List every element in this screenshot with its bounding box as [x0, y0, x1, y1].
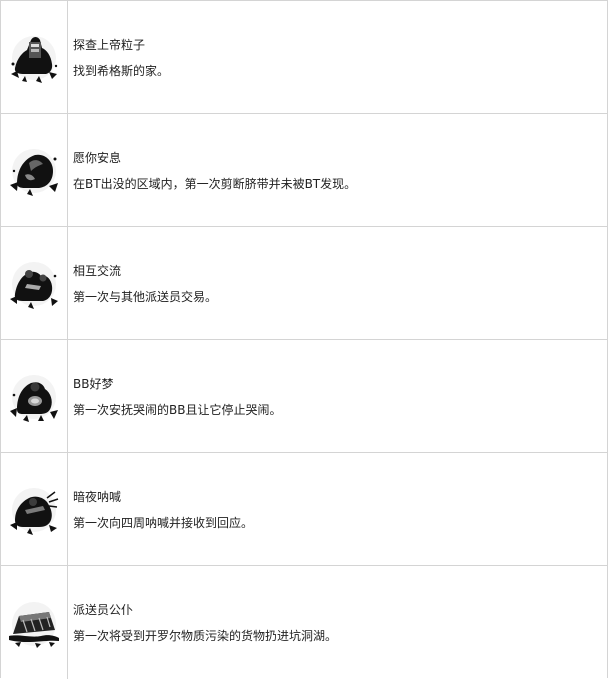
achievement-title: 派送员公仆 — [73, 603, 134, 617]
achievement-title: 探查上帝粒子 — [73, 38, 146, 52]
icon-cell — [1, 566, 68, 679]
icon-cell — [1, 114, 68, 226]
achievement-text: 相互交流 第一次与其他派送员交易。 — [68, 227, 607, 339]
icon-cell — [1, 453, 68, 565]
achievement-title: BB好梦 — [73, 377, 114, 391]
table-row: 暗夜呐喊 第一次向四周呐喊并接收到回应。 — [1, 453, 607, 566]
handshake-porters-icon — [10, 262, 58, 309]
achievements-table: 探查上帝粒子 找到希格斯的家。 愿你安息 在BT出没的区域内，第一次剪断脐带并未… — [0, 0, 608, 679]
icon-cell — [1, 340, 68, 452]
table-row: 探查上帝粒子 找到希格斯的家。 — [1, 1, 607, 114]
achievement-description: 找到希格斯的家。 — [73, 64, 170, 78]
table-row: 派送员公仆 第一次将受到开罗尔物质污染的货物扔进坑洞湖。 — [1, 566, 607, 679]
achievement-description: 第一次与其他派送员交易。 — [73, 290, 218, 304]
achievement-title: 暗夜呐喊 — [73, 490, 122, 504]
achievement-text: 探查上帝粒子 找到希格斯的家。 — [68, 1, 607, 113]
achievement-description: 第一次将受到开罗尔物质污染的货物扔进坑洞湖。 — [73, 629, 338, 643]
achievement-description: 第一次安抚哭闹的BB且让它停止哭闹。 — [73, 403, 282, 417]
achievement-title: 相互交流 — [73, 264, 122, 278]
achievement-text: BB好梦 第一次安抚哭闹的BB且让它停止哭闹。 — [68, 340, 607, 452]
achievement-title: 愿你安息 — [73, 151, 122, 165]
porter-with-cargo-icon — [11, 36, 58, 83]
shouting-porter-icon — [10, 488, 59, 535]
achievement-text: 派送员公仆 第一次将受到开罗尔物质污染的货物扔进坑洞湖。 — [68, 566, 607, 679]
cargo-crate-icon — [9, 601, 59, 648]
icon-cell — [1, 227, 68, 339]
table-row: 愿你安息 在BT出没的区域内，第一次剪断脐带并未被BT发现。 — [1, 114, 607, 227]
achievement-description: 在BT出没的区域内，第一次剪断脐带并未被BT发现。 — [73, 177, 357, 191]
achievement-text: 暗夜呐喊 第一次向四周呐喊并接收到回应。 — [68, 453, 607, 565]
icon-cell — [1, 1, 68, 113]
hooded-figure-icon — [10, 149, 58, 196]
achievement-description: 第一次向四周呐喊并接收到回应。 — [73, 516, 254, 530]
achievement-text: 愿你安息 在BT出没的区域内，第一次剪断脐带并未被BT发现。 — [68, 114, 607, 226]
table-row: 相互交流 第一次与其他派送员交易。 — [1, 227, 607, 340]
table-row: BB好梦 第一次安抚哭闹的BB且让它停止哭闹。 — [1, 340, 607, 453]
porter-holding-bb-icon — [10, 375, 58, 422]
